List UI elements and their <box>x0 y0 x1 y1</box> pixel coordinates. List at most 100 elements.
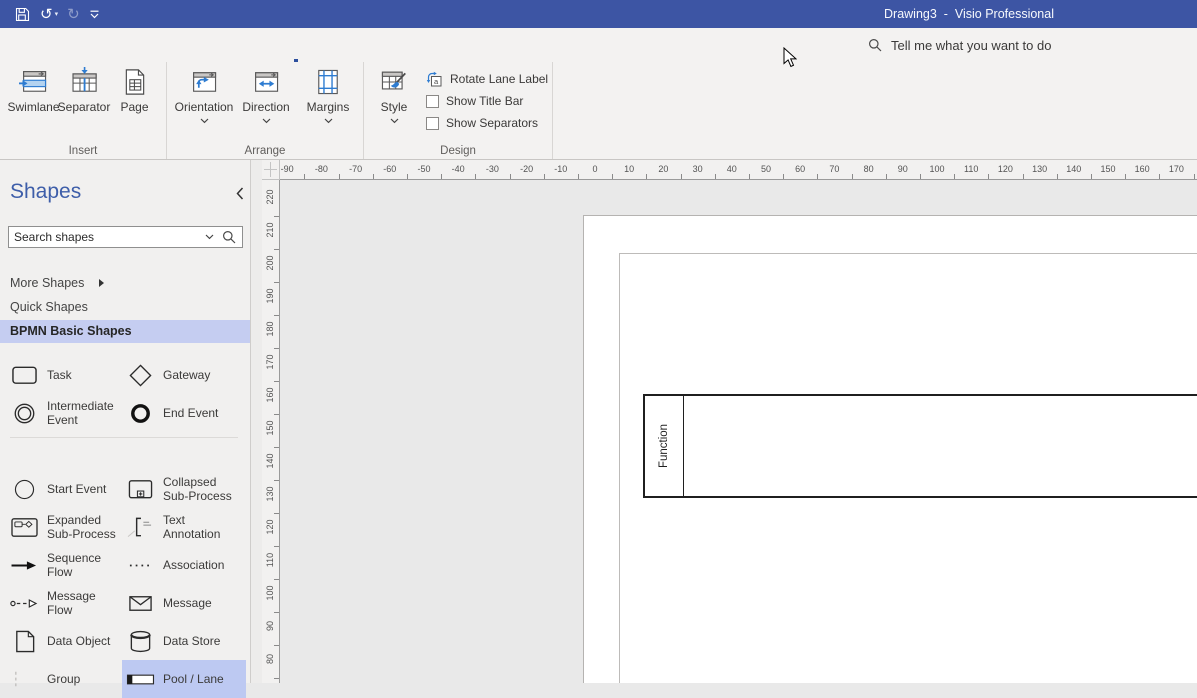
button-separator[interactable]: Separator <box>61 65 107 114</box>
search-shapes-input[interactable] <box>9 230 203 244</box>
swimlane-label: Function <box>658 424 670 468</box>
tab-data[interactable] <box>142 28 170 62</box>
ribbon-tab-row: Tell me what you want to do <box>0 28 1197 62</box>
option-rotate-lane-label[interactable]: Rotate Lane Label <box>426 68 548 90</box>
task-icon <box>8 363 41 388</box>
start-event-icon <box>8 477 41 502</box>
v-ruler-tick <box>274 645 279 646</box>
button-orientation[interactable]: Orientation <box>173 65 235 124</box>
stencil-tab-bpmn-basic-shapes[interactable]: BPMN Basic Shapes <box>0 320 250 343</box>
shape-end-event[interactable]: End Event <box>122 394 246 432</box>
h-ruler-tick <box>1023 174 1024 179</box>
option-show-title-bar[interactable]: Show Title Bar <box>426 90 548 112</box>
tab-process[interactable] <box>170 28 198 62</box>
collapsed-subprocess-icon <box>124 477 157 502</box>
undo-icon: ↺ <box>40 7 53 22</box>
option-show-separators[interactable]: Show Separators <box>426 112 548 134</box>
shape-task[interactable]: Task <box>6 356 122 394</box>
tab-design[interactable] <box>114 28 142 62</box>
tell-me-box[interactable]: Tell me what you want to do <box>868 28 1051 62</box>
tab-help[interactable] <box>254 28 282 62</box>
quick-shapes-link[interactable]: Quick Shapes <box>10 300 88 314</box>
swimlane-shape[interactable]: Function <box>643 394 1197 498</box>
h-ruler-tick <box>475 174 476 179</box>
v-ruler-label: 200 <box>265 253 275 273</box>
rotate-lane-label-icon <box>426 71 443 88</box>
h-ruler-label: 60 <box>795 164 805 174</box>
shape-data-store[interactable]: Data Store <box>122 622 246 660</box>
shape-expanded-sub-process[interactable]: Expanded Sub-Process <box>6 508 122 546</box>
button-page[interactable]: Page <box>107 65 162 114</box>
button-margins[interactable]: Margins <box>297 65 359 124</box>
tab-draw[interactable] <box>86 28 114 62</box>
chevron-down-icon[interactable] <box>203 234 220 240</box>
text-annotation-icon <box>124 515 157 540</box>
tab-view[interactable] <box>226 28 254 62</box>
button-swimlane[interactable]: Swimlane <box>6 65 61 114</box>
h-ruler-label: 50 <box>761 164 771 174</box>
v-ruler-tick <box>274 348 279 349</box>
tab-cross-functional-flowchart[interactable] <box>282 28 310 62</box>
shape-message[interactable]: Message <box>122 584 246 622</box>
h-ruler-label: 0 <box>592 164 597 174</box>
h-ruler-tick <box>1125 174 1126 179</box>
shape-data-object[interactable]: Data Object <box>6 622 122 660</box>
shape-start-event[interactable]: Start Event <box>6 470 122 508</box>
chevron-down-icon <box>262 118 271 124</box>
h-ruler-label: 130 <box>1032 164 1047 174</box>
data-object-icon <box>8 629 41 654</box>
h-ruler-label: 20 <box>658 164 668 174</box>
more-shapes-link[interactable]: More Shapes <box>10 276 105 290</box>
checkbox[interactable] <box>426 117 439 130</box>
shape-intermediate-event[interactable]: Intermediate Event <box>6 394 122 432</box>
tab-insert[interactable] <box>58 28 86 62</box>
button-direction[interactable]: Direction <box>235 65 297 124</box>
h-ruler-tick <box>817 174 818 179</box>
swimlane-label-band[interactable]: Function <box>645 396 684 496</box>
panel-splitter[interactable] <box>251 160 262 683</box>
shapes-panel-title: Shapes <box>10 180 81 204</box>
search-icon <box>868 38 882 52</box>
checkbox[interactable] <box>426 95 439 108</box>
shape-text-annotation[interactable]: Text Annotation <box>122 508 246 546</box>
v-ruler-tick <box>274 447 279 448</box>
shape-group[interactable]: Group <box>6 660 122 698</box>
shape-message-flow[interactable]: Message Flow <box>6 584 122 622</box>
chevron-down-icon <box>200 118 209 124</box>
shape-sequence-flow[interactable]: Sequence Flow <box>6 546 122 584</box>
h-ruler-label: 30 <box>693 164 703 174</box>
customize-quick-access-button[interactable] <box>89 10 100 19</box>
swimlane-icon <box>19 67 49 97</box>
horizontal-ruler[interactable]: -90-80-70-60-50-40-30-20-100102030405060… <box>262 160 1197 180</box>
shape-pool-lane[interactable]: Pool / Lane <box>122 660 246 698</box>
collapse-panel-button[interactable] <box>236 187 244 200</box>
h-ruler-label: 70 <box>829 164 839 174</box>
h-ruler-tick <box>441 174 442 179</box>
h-ruler-label: -20 <box>520 164 533 174</box>
title-bar: ↺▾ ↻ Drawing3 - Visio Professional <box>0 0 1197 28</box>
tell-me-label: Tell me what you want to do <box>891 38 1051 53</box>
tab-review[interactable] <box>198 28 226 62</box>
save-button[interactable] <box>14 6 31 23</box>
redo-icon: ↻ <box>67 7 80 22</box>
shape-group-divider <box>6 432 246 444</box>
h-ruler-label: -30 <box>486 164 499 174</box>
ribbon-group-arrange: Orientation Direction Margins Arrange <box>167 62 364 159</box>
style-button[interactable]: Style <box>370 65 418 134</box>
v-ruler-label: 90 <box>265 616 275 636</box>
undo-button[interactable]: ↺▾ <box>40 7 58 22</box>
shape-collapsed-sub-process[interactable]: Collapsed Sub-Process <box>122 470 246 508</box>
v-ruler-tick <box>274 249 279 250</box>
search-icon[interactable] <box>220 230 242 244</box>
shape-association[interactable]: Association <box>122 546 246 584</box>
redo-button[interactable]: ↻ <box>67 7 80 22</box>
tab-file[interactable] <box>2 28 30 62</box>
tab-home[interactable] <box>30 28 58 62</box>
window-title: Drawing3 - Visio Professional <box>884 7 1054 21</box>
ribbon-group-design: Style Rotate Lane Label Show Title Bar <box>364 62 553 159</box>
chevron-down-icon[interactable]: ▾ <box>55 10 59 18</box>
vertical-ruler[interactable]: 2202102001901801701601501401301201101009… <box>262 180 280 683</box>
shape-gateway[interactable]: Gateway <box>122 356 246 394</box>
h-ruler-tick <box>407 174 408 179</box>
v-ruler-label: 210 <box>265 220 275 240</box>
